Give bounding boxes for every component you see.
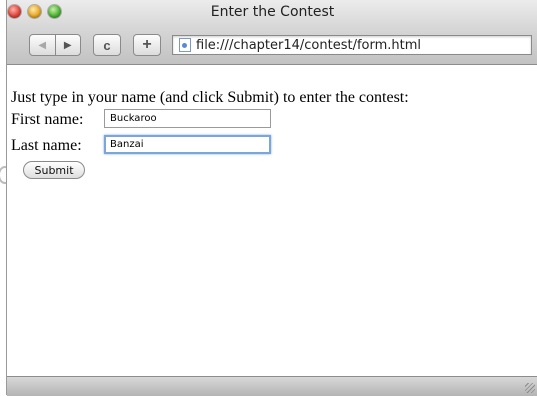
plus-icon: + <box>142 36 152 53</box>
add-bookmark-button[interactable]: + <box>133 34 161 56</box>
forward-arrow-icon[interactable]: ▶ <box>56 40 81 51</box>
resize-grip-icon[interactable] <box>525 383 535 393</box>
first-name-input[interactable]: Buckaroo <box>104 109 271 128</box>
back-arrow-icon[interactable]: ◀ <box>30 40 55 51</box>
address-bar[interactable]: file:///chapter14/contest/form.html <box>172 35 532 55</box>
window-title: Enter the Contest <box>210 4 335 20</box>
status-bar <box>7 376 537 396</box>
last-name-input[interactable]: Banzai <box>104 135 271 154</box>
back-forward-control: ◀ ▶ <box>29 34 81 56</box>
url-text: file:///chapter14/contest/form.html <box>196 37 422 53</box>
intro-text: Just type in your name (and click Submit… <box>11 89 409 106</box>
browser-window: Enter the Contest ◀ ▶ c + file:///chapte… <box>6 0 537 396</box>
file-page-icon <box>179 38 191 52</box>
last-name-label: Last name: <box>11 137 82 154</box>
reload-icon: c <box>103 37 111 53</box>
submit-button[interactable]: Submit <box>23 161 85 179</box>
title-bar: Enter the Contest ◀ ▶ c + file:///chapte… <box>7 0 537 65</box>
first-name-label: First name: <box>11 111 84 128</box>
reload-button[interactable]: c <box>93 34 121 56</box>
